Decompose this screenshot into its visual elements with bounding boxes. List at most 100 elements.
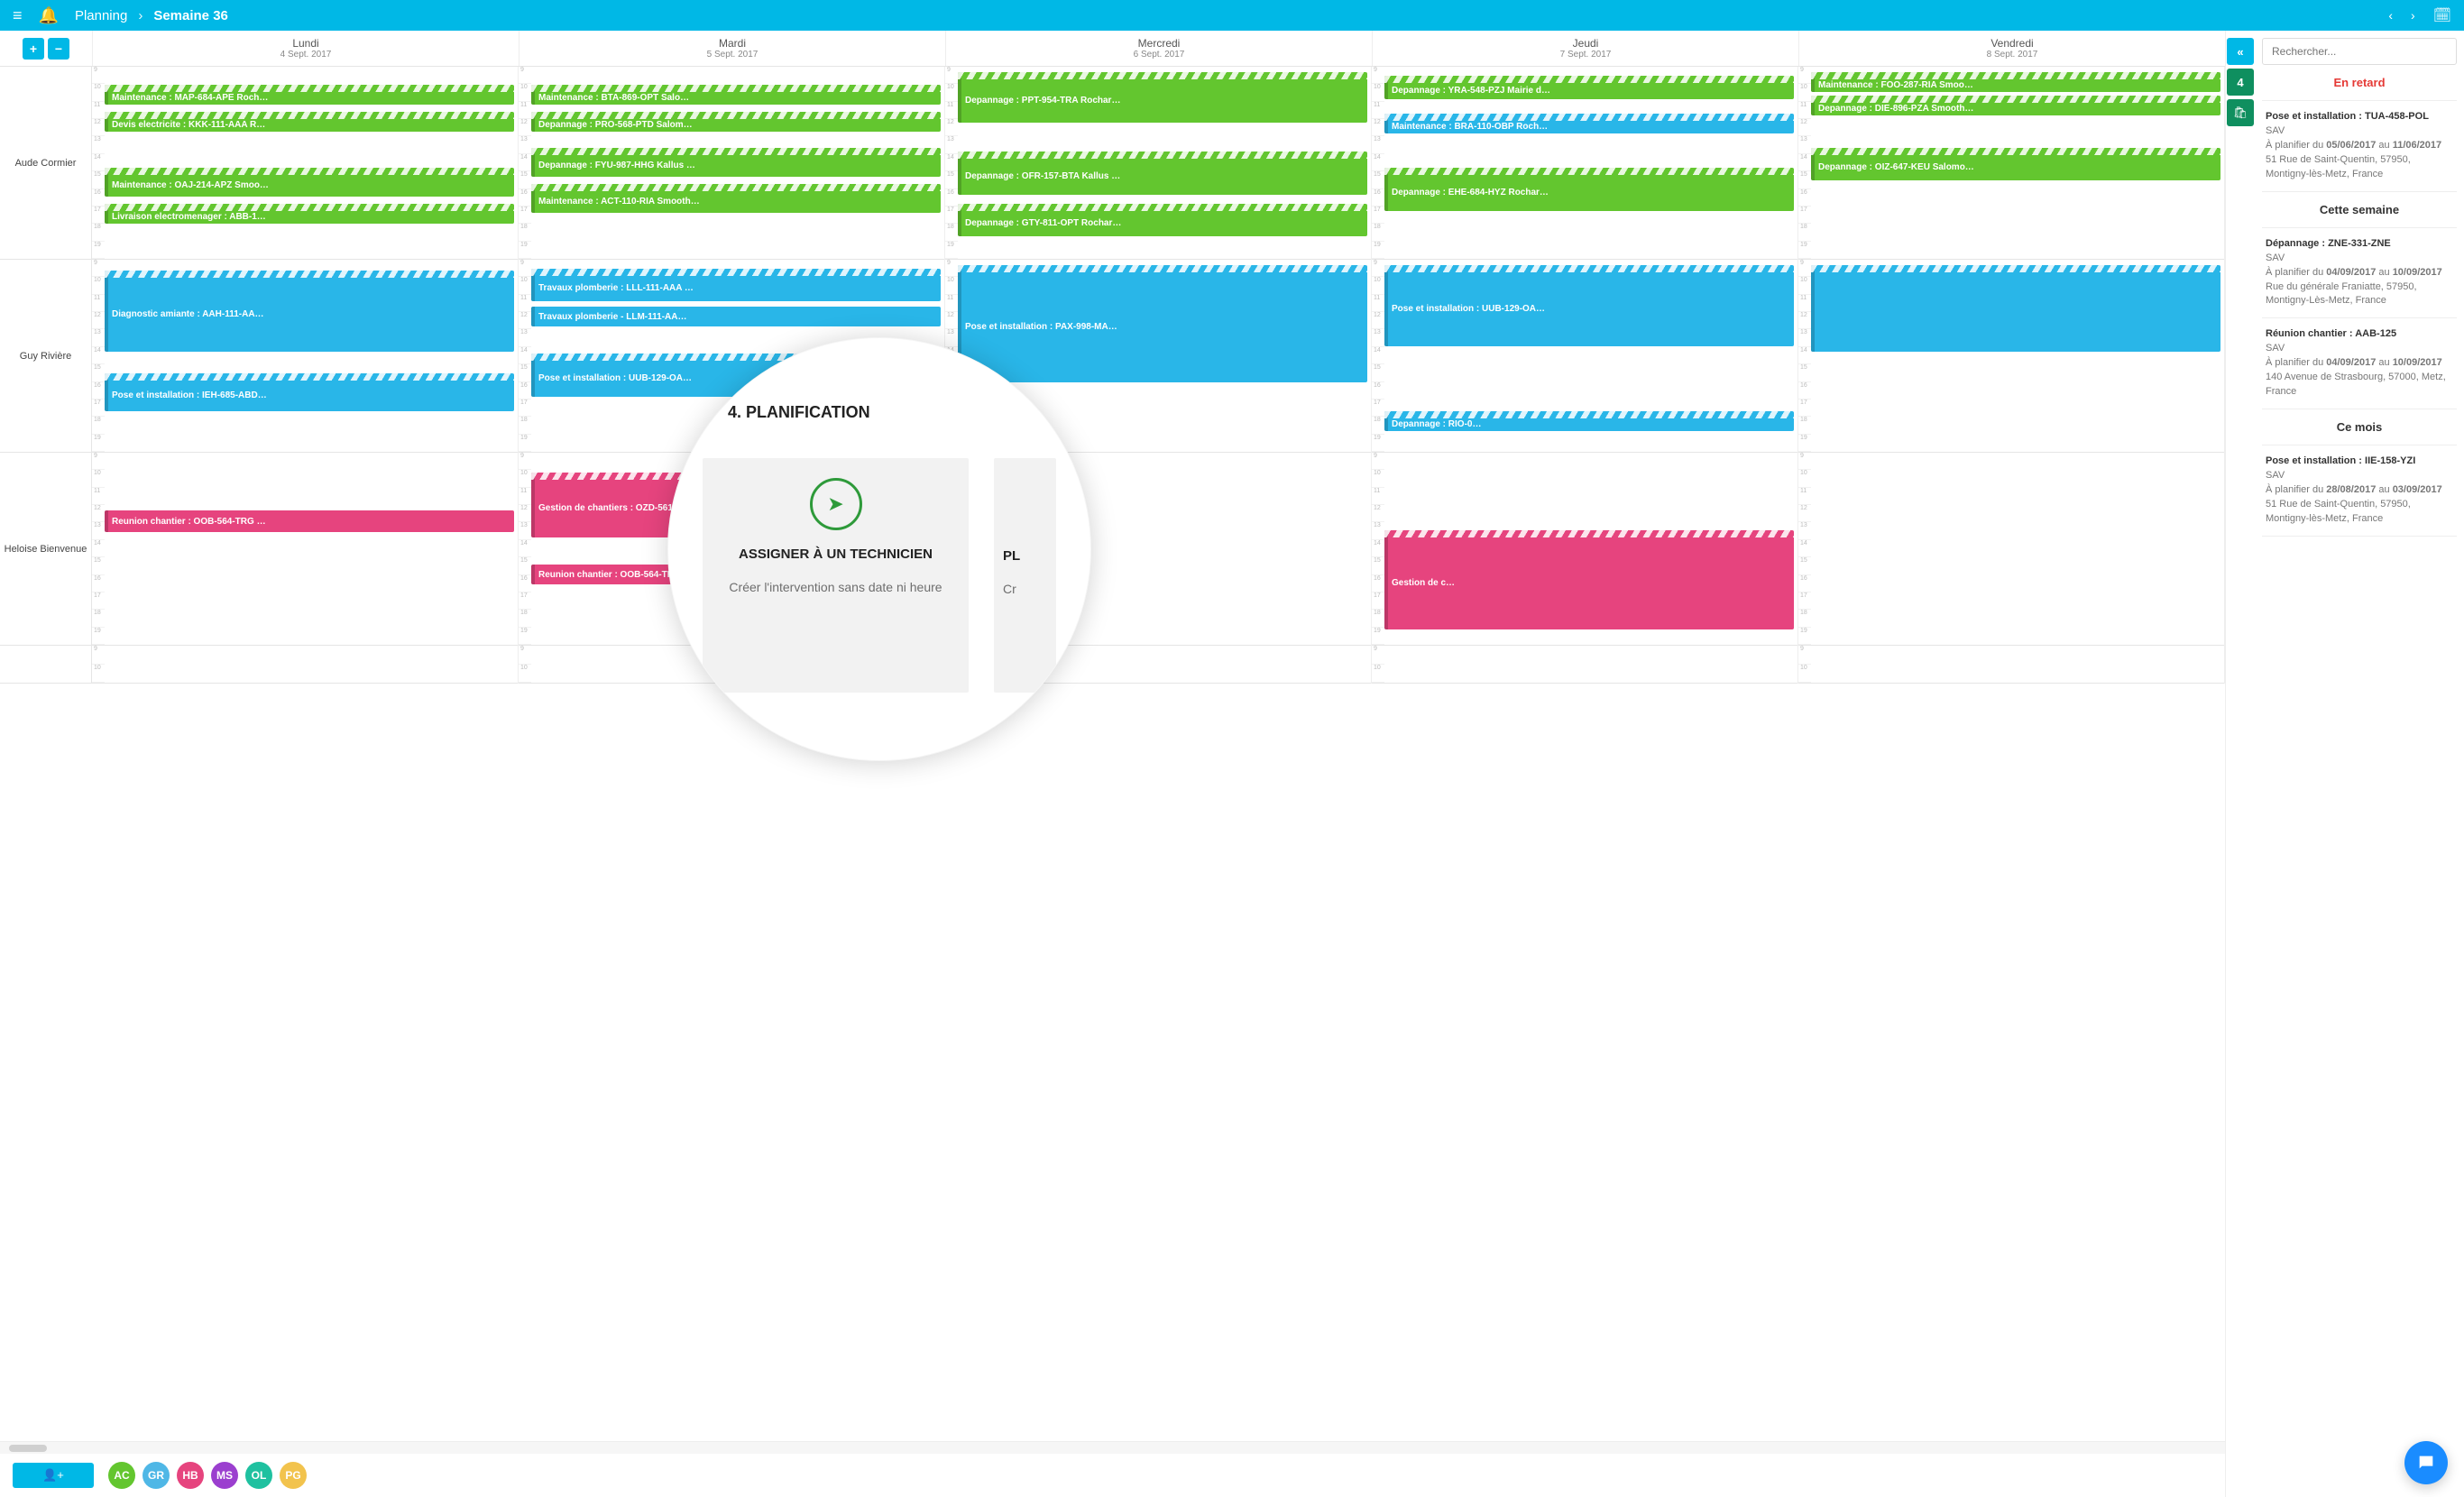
calendar-event[interactable]: Depannage : YRA-548-PZJ Mairie d… bbox=[1384, 76, 1794, 99]
task-card[interactable]: Dépannage : ZNE-331-ZNE SAV À planifier … bbox=[2262, 228, 2457, 319]
plan-card-partial[interactable]: PL Cr bbox=[994, 458, 1056, 693]
avatar[interactable]: MS bbox=[211, 1462, 238, 1489]
assign-technician-card[interactable]: ➤ ASSIGNER À UN TECHNICIEN Créer l'inter… bbox=[703, 458, 969, 693]
calendar-event[interactable]: Depannage : DIE-896-PZA Smooth… bbox=[1811, 96, 2220, 115]
pending-count-badge[interactable]: 4 bbox=[2227, 69, 2254, 96]
grid-cell[interactable]: 910111213141516171819Maintenance : FOO-2… bbox=[1798, 67, 2224, 260]
calendar-event[interactable]: Livraison electromenager : ABB-1… bbox=[105, 204, 514, 224]
grid-cell[interactable]: 910111213141516171819 bbox=[1798, 453, 2224, 646]
calendar-event[interactable]: Devis electricite : KKK-111-AAA R… bbox=[105, 112, 514, 132]
hour-label: 14 bbox=[1372, 540, 1384, 557]
search-input[interactable] bbox=[2262, 38, 2457, 65]
calendar-event[interactable]: Maintenance : OAJ-214-APZ Smoo… bbox=[105, 168, 514, 197]
grid-cell[interactable]: 910 bbox=[1372, 646, 1797, 684]
calendar-icon[interactable]: 🗓 bbox=[2433, 6, 2451, 24]
hour-label: 10 bbox=[945, 277, 958, 294]
calendar-event[interactable]: Depannage : OIZ-647-KEU Salomo… bbox=[1811, 148, 2220, 180]
calendar-event[interactable]: Maintenance : FOO-287-RIA Smoo… bbox=[1811, 72, 2220, 92]
calendar-event[interactable]: Depannage : FYU-987-HHG Kallus … bbox=[531, 148, 941, 177]
task-subtitle: SAV bbox=[2266, 124, 2453, 139]
avatar[interactable]: AC bbox=[108, 1462, 135, 1489]
hour-label: 16 bbox=[1798, 189, 1811, 207]
grid-cell[interactable]: 910111213141516171819 bbox=[1798, 260, 2224, 453]
hour-label: 14 bbox=[92, 540, 105, 557]
avatar[interactable]: HB bbox=[177, 1462, 204, 1489]
avatar[interactable]: OL bbox=[245, 1462, 272, 1489]
calendar-event[interactable] bbox=[1811, 265, 2220, 352]
calendar-event[interactable]: Depannage : PPT-954-TRA Rochar… bbox=[958, 72, 1367, 123]
zoom-in-button[interactable]: + bbox=[23, 38, 44, 60]
calendar-event[interactable]: Reunion chantier : OOB-564-TRG … bbox=[105, 510, 514, 532]
hour-label: 13 bbox=[92, 136, 105, 153]
next-week-button[interactable]: › bbox=[2411, 8, 2415, 23]
hour-label: 15 bbox=[945, 171, 958, 188]
avatar[interactable]: GR bbox=[143, 1462, 170, 1489]
hour-label: 10 bbox=[1798, 665, 1811, 684]
cart-icon[interactable]: 🛍 bbox=[2227, 99, 2254, 126]
side-tab-column: « 4 🛍 bbox=[2226, 31, 2255, 544]
chat-fab[interactable] bbox=[2404, 1441, 2448, 1484]
hour-label: 9 bbox=[945, 67, 958, 84]
calendar-event[interactable]: Maintenance : BRA-110-OBP Roch… bbox=[1384, 114, 1794, 133]
hour-label: 14 bbox=[519, 540, 531, 557]
grid-cell[interactable]: 910111213141516171819Depannage : PPT-954… bbox=[945, 67, 1371, 260]
hour-label: 9 bbox=[1798, 453, 1811, 470]
hour-label: 13 bbox=[1798, 522, 1811, 539]
calendar-event[interactable]: Pose et installation : UUB-129-OA… bbox=[1384, 265, 1794, 346]
grid-cell[interactable]: 910111213141516171819Diagnostic amiante … bbox=[92, 260, 518, 453]
calendar-event[interactable]: Pose et installation : IEH-685-ABD… bbox=[105, 373, 514, 411]
task-subtitle: SAV bbox=[2266, 252, 2453, 266]
grid-cell[interactable]: 910111213141516171819Reunion chantier : … bbox=[92, 453, 518, 646]
horizontal-scrollbar[interactable] bbox=[0, 1441, 2225, 1454]
hour-label: 17 bbox=[92, 207, 105, 224]
calendar-event[interactable]: Maintenance : ACT-110-RIA Smooth… bbox=[531, 184, 941, 213]
hour-label: 12 bbox=[1372, 505, 1384, 522]
hour-label: 18 bbox=[1372, 610, 1384, 627]
calendar-event[interactable]: Gestion de c… bbox=[1384, 530, 1794, 629]
menu-icon[interactable]: ≡ bbox=[13, 6, 23, 25]
calendar-event[interactable]: Depannage : RIO-0… bbox=[1384, 411, 1794, 431]
calendar-event[interactable]: Depannage : PRO-568-PTD Salom… bbox=[531, 112, 941, 132]
day-name: Vendredi bbox=[1991, 37, 2033, 50]
grid-cell[interactable]: 910111213141516171819Depannage : YRA-548… bbox=[1372, 67, 1797, 260]
grid-cell[interactable]: 910111213141516171819Maintenance : MAP-6… bbox=[92, 67, 518, 260]
hour-label: 12 bbox=[92, 312, 105, 329]
calendar-event[interactable]: Depannage : EHE-684-HYZ Rochar… bbox=[1384, 168, 1794, 211]
avatar[interactable]: PG bbox=[280, 1462, 307, 1489]
hour-label: 9 bbox=[519, 453, 531, 470]
calendar-event[interactable]: Travaux plomberie - LLM-111-AA… bbox=[531, 307, 941, 326]
hour-label: 18 bbox=[519, 224, 531, 241]
grid-cell[interactable]: 910 bbox=[92, 646, 518, 684]
task-card[interactable]: Réunion chantier : AAB-125 SAV À planifi… bbox=[2262, 318, 2457, 409]
grid-cell[interactable]: 910111213141516171819Pose et installatio… bbox=[1372, 260, 1797, 453]
task-card[interactable]: Pose et installation : TUA-458-POL SAV À… bbox=[2262, 101, 2457, 192]
grid-cell[interactable]: 910111213141516171819Gestion de c… bbox=[1372, 453, 1797, 646]
calendar-event[interactable]: Depannage : OFR-157-BTA Kallus … bbox=[958, 152, 1367, 195]
hour-label: 12 bbox=[1372, 312, 1384, 329]
calendar-event[interactable]: Maintenance : MAP-684-APE Roch… bbox=[105, 85, 514, 105]
add-user-button[interactable]: 👤+ bbox=[13, 1463, 94, 1488]
calendar-event[interactable]: Depannage : GTY-811-OPT Rochar… bbox=[958, 204, 1367, 236]
task-subtitle: SAV bbox=[2266, 469, 2453, 483]
zoom-out-button[interactable]: − bbox=[48, 38, 69, 60]
task-card[interactable]: Pose et installation : IIE-158-YZI SAV À… bbox=[2262, 445, 2457, 537]
breadcrumb-section[interactable]: Planning bbox=[75, 8, 127, 23]
calendar-event[interactable]: Travaux plomberie : LLL-111-AAA … bbox=[531, 269, 941, 301]
hour-label: 11 bbox=[945, 295, 958, 312]
grid-cell[interactable]: 910 bbox=[1798, 646, 2224, 684]
collapse-panel-button[interactable]: « bbox=[2227, 38, 2254, 65]
hour-label: 9 bbox=[92, 646, 105, 665]
plan-card-sub-fragment: Cr bbox=[1003, 582, 1016, 596]
grid-cell[interactable]: 910111213141516171819Maintenance : BTA-8… bbox=[519, 67, 944, 260]
hour-label: 14 bbox=[945, 154, 958, 171]
day-date: 8 Sept. 2017 bbox=[1987, 50, 2038, 60]
hour-label: 9 bbox=[92, 67, 105, 84]
hour-label: 19 bbox=[1798, 435, 1811, 452]
prev-week-button[interactable]: ‹ bbox=[2388, 8, 2393, 23]
calendar-grid[interactable]: Aude Cormier Guy Rivière Heloise Bienven… bbox=[0, 67, 2225, 1441]
calendar-event[interactable]: Diagnostic amiante : AAH-111-AA… bbox=[105, 271, 514, 352]
bell-icon[interactable]: 🔔 bbox=[39, 6, 59, 25]
hour-label: 12 bbox=[945, 312, 958, 329]
calendar-event[interactable]: Maintenance : BTA-869-OPT Salo… bbox=[531, 85, 941, 105]
day-date: 5 Sept. 2017 bbox=[707, 50, 759, 60]
